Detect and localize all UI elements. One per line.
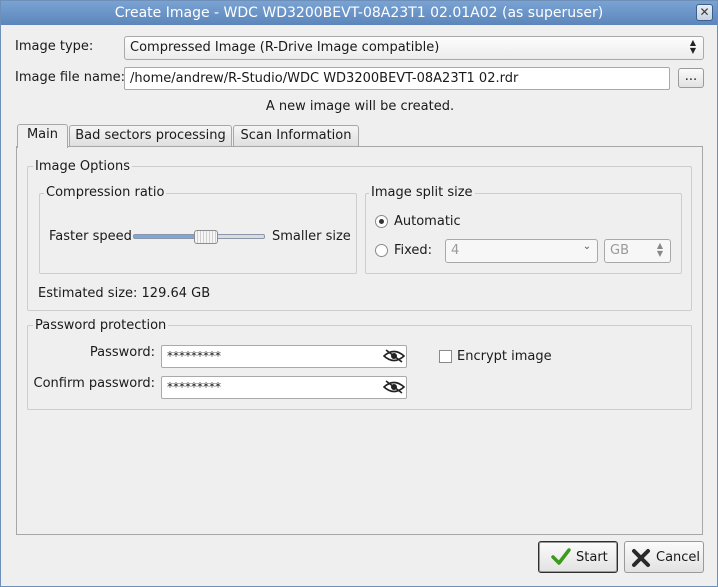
start-label: Start xyxy=(576,550,608,565)
estimated-size: Estimated size: 129.64 GB xyxy=(38,286,211,301)
image-options-title: Image Options xyxy=(33,159,133,174)
chevron-down-icon: ⌄ xyxy=(582,241,592,252)
fixed-size-combo[interactable]: 4 ⌄ xyxy=(445,239,598,263)
automatic-radio[interactable] xyxy=(375,215,388,228)
image-file-input[interactable]: /home/andrew/R-Studio/WDC WD3200BEVT-08A… xyxy=(124,67,670,90)
image-type-select[interactable]: Compressed Image (R-Drive Image compatib… xyxy=(124,36,704,60)
compression-title: Compression ratio xyxy=(44,185,167,200)
cancel-label: Cancel xyxy=(656,550,701,565)
close-icon[interactable]: ✕ xyxy=(696,4,713,21)
title-bar: Create Image - WDC WD3200BEVT-08A23T1 02… xyxy=(1,1,717,25)
browse-button[interactable]: ... xyxy=(678,68,704,88)
create-image-dialog: Create Image - WDC WD3200BEVT-08A23T1 02… xyxy=(0,0,718,587)
confirm-password-label: Confirm password: xyxy=(33,376,155,391)
eye-icon[interactable] xyxy=(383,349,405,363)
cancel-button[interactable]: Cancel xyxy=(624,541,704,573)
image-file-label: Image file name: xyxy=(15,70,126,85)
cancel-x-icon xyxy=(632,549,650,567)
checkmark-icon xyxy=(551,548,571,565)
select-arrows-icon: ▲ ▼ xyxy=(689,38,697,55)
password-field[interactable]: ********* xyxy=(161,345,407,368)
fixed-radio[interactable] xyxy=(375,244,388,257)
faster-speed-label: Faster speed xyxy=(49,229,132,244)
status-message: A new image will be created. xyxy=(265,99,455,114)
password-label: Password: xyxy=(89,345,155,360)
fixed-size-value: 4 xyxy=(451,243,460,258)
size-unit-value: GB xyxy=(610,243,629,258)
start-button[interactable]: Start xyxy=(538,541,618,573)
confirm-password-field[interactable]: ********* xyxy=(161,376,407,399)
window-title: Create Image - WDC WD3200BEVT-08A23T1 02… xyxy=(114,5,604,21)
automatic-label: Automatic xyxy=(394,214,461,229)
tab-main[interactable]: Main xyxy=(17,124,68,148)
tab-scan-information[interactable]: Scan Information xyxy=(233,125,359,147)
fixed-label: Fixed: xyxy=(394,243,433,258)
image-type-label: Image type: xyxy=(15,39,94,54)
encrypt-image-label: Encrypt image xyxy=(457,349,552,364)
image-type-value: Compressed Image (R-Drive Image compatib… xyxy=(130,40,440,55)
smaller-size-label: Smaller size xyxy=(272,229,351,244)
compression-slider-handle[interactable] xyxy=(193,230,218,244)
password-protection-title: Password protection xyxy=(33,318,169,333)
select-arrows-icon: ▲ ▼ xyxy=(656,241,664,258)
tab-bad-sectors[interactable]: Bad sectors processing xyxy=(69,125,232,147)
main-tab-panel: Image Options Compression ratio Faster s… xyxy=(16,146,703,535)
size-unit-select[interactable]: GB ▲ ▼ xyxy=(604,239,671,263)
eye-icon[interactable] xyxy=(383,380,405,394)
split-size-title: Image split size xyxy=(369,185,475,200)
encrypt-image-checkbox[interactable] xyxy=(439,350,452,363)
